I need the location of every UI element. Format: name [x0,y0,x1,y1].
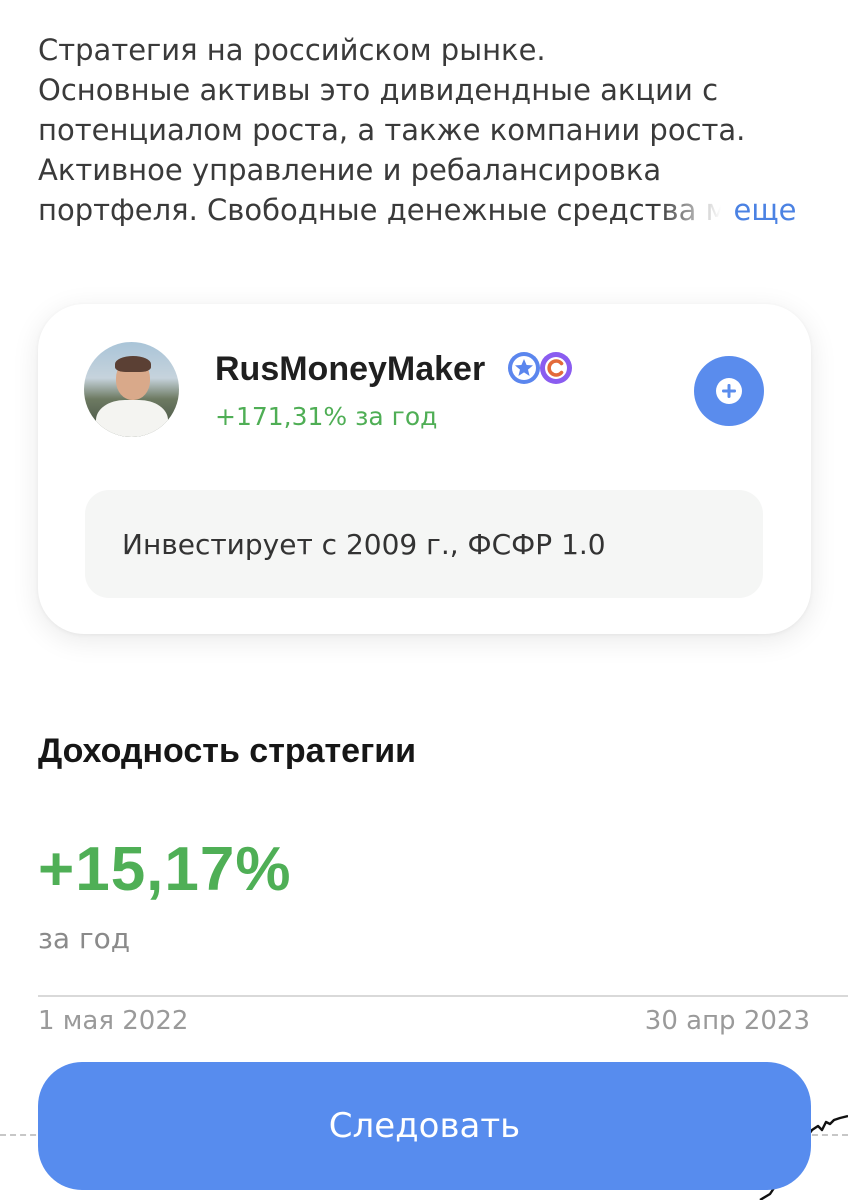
star-badge-icon [508,352,540,384]
avatar[interactable] [84,342,179,437]
strategy-page: Стратегия на российском рынке. Основные … [0,0,848,1200]
c-badge-icon [540,352,572,384]
author-name[interactable]: RusMoneyMaker [215,350,485,389]
add-author-button[interactable] [694,356,764,426]
section-title: Доходность стратегии [38,732,417,770]
author-card[interactable]: RusMoneyMaker +171,31% за год Инвестируе… [38,304,811,634]
chart-end-date: 30 апр 2023 [644,1006,810,1036]
description-line: Активное управление и ребалансировка [38,153,662,187]
chart-start-date: 1 мая 2022 [38,1006,189,1036]
avatar-shirt [96,400,168,437]
description-line: портфеля. Свободные денежные средства м [38,193,728,227]
truncated-text: портфеля. Свободные денежные средства м [38,190,728,230]
follow-button[interactable]: Следовать [38,1062,811,1190]
avatar-hair [115,356,151,372]
show-more-link[interactable]: еще [734,193,797,227]
strategy-description: Стратегия на российском рынке. Основные … [38,30,828,230]
plus-circle-icon [716,378,742,404]
description-line: Стратегия на российском рынке. [38,33,546,67]
description-last-line: портфеля. Свободные денежные средства м … [38,190,828,230]
text-fade [657,190,728,230]
author-year-return: +171,31% за год [215,402,438,431]
description-line: потенциалом роста, а также компании рост… [38,113,746,147]
chart-top-divider [38,995,848,997]
return-period-label: за год [38,922,131,955]
description-line: Основные активы это дивидендные акции с [38,73,719,107]
author-badges [506,348,578,388]
strategy-return-value: +15,17% [38,835,292,904]
author-info: Инвестирует с 2009 г., ФСФР 1.0 [85,490,763,598]
